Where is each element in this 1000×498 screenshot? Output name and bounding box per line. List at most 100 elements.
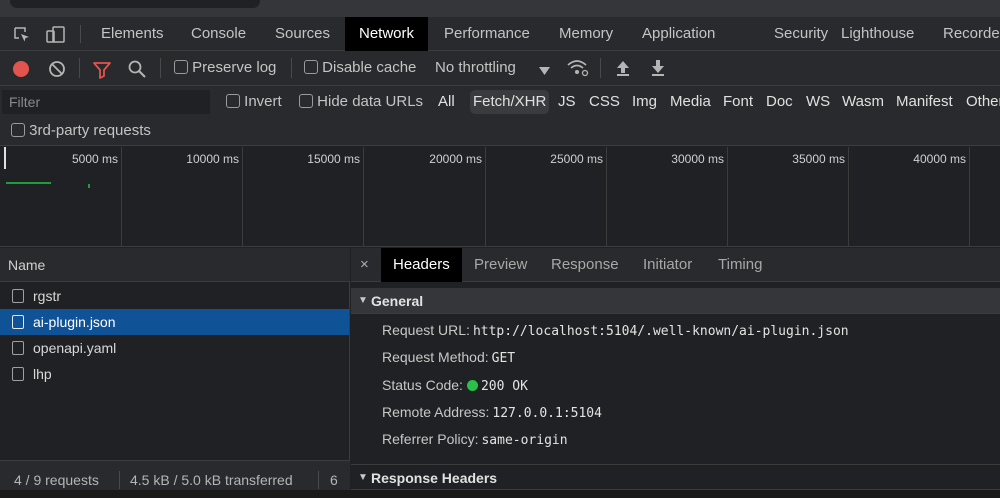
type-filter-media[interactable]: Media [670, 90, 711, 114]
request-url-row: Request URL: http://localhost:5104/.well-… [382, 322, 849, 339]
header-key: Request URL: [382, 322, 470, 338]
timeline-gridline [363, 147, 364, 247]
type-filter-doc[interactable]: Doc [766, 90, 793, 114]
checkbox-box[interactable] [226, 94, 240, 108]
import-har-icon[interactable] [614, 59, 632, 77]
filter-icon[interactable] [93, 61, 111, 79]
tab-network[interactable]: Network [345, 17, 429, 51]
request-row-rgstr[interactable]: rgstr [0, 283, 349, 309]
tab-response[interactable]: Response [539, 248, 631, 282]
checkbox-box[interactable] [174, 60, 188, 74]
close-icon[interactable]: × [360, 256, 369, 273]
request-name: openapi.yaml [33, 340, 117, 356]
header-value: GET [491, 351, 516, 366]
tab-recorder[interactable]: Recorder [929, 17, 1000, 51]
window-top-strip [0, 0, 1000, 17]
record-icon[interactable] [12, 60, 30, 78]
checkbox-box[interactable] [11, 123, 25, 137]
tab-sources[interactable]: Sources [261, 17, 344, 51]
tab-memory[interactable]: Memory [545, 17, 627, 51]
timeline-gridline [242, 147, 243, 247]
status-separator [119, 471, 120, 489]
disable-cache-checkbox[interactable]: Disable cache [304, 59, 416, 76]
search-icon[interactable] [128, 60, 146, 78]
hide-data-urls-checkbox[interactable]: Hide data URLs [299, 93, 423, 110]
tab-console[interactable]: Console [177, 17, 260, 51]
preserve-log-label: Preserve log [192, 59, 277, 76]
general-section-header[interactable]: ▼ General [351, 288, 1000, 314]
filter-input[interactable] [2, 90, 210, 114]
checkbox-box[interactable] [304, 60, 318, 74]
type-filter-img[interactable]: Img [632, 90, 657, 114]
checkbox-box[interactable] [299, 94, 313, 108]
type-filter-other[interactable]: Other [966, 90, 1000, 114]
type-filter-wasm[interactable]: Wasm [842, 90, 884, 114]
timeline-label: 40000 ms [913, 152, 966, 166]
request-name: rgstr [33, 288, 61, 304]
request-row-lhp[interactable]: lhp [0, 361, 349, 387]
inspect-element-icon[interactable] [13, 26, 31, 42]
resource-size: 6 [330, 472, 338, 488]
type-filter-css[interactable]: CSS [589, 90, 620, 114]
status-ok-icon [466, 380, 478, 391]
type-filter-fetch-xhr[interactable]: Fetch/XHR [470, 90, 550, 114]
type-filter-all[interactable]: All [438, 90, 455, 114]
type-filter-manifest[interactable]: Manifest [896, 90, 953, 114]
tab-application[interactable]: Application [628, 17, 729, 51]
tab-lighthouse[interactable]: Lighthouse [827, 17, 928, 51]
device-toolbar-icon[interactable] [46, 26, 65, 43]
toolbar-separator [291, 58, 292, 78]
timeline-request-bar [6, 182, 51, 184]
response-headers-section-header[interactable]: ▼ Response Headers [351, 464, 1000, 490]
hide-data-urls-label: Hide data URLs [317, 93, 424, 110]
request-row-ai-plugin-json[interactable]: ai-plugin.json [0, 309, 349, 335]
timeline-label: 35000 ms [792, 152, 845, 166]
request-method-row: Request Method: GET [382, 349, 515, 366]
network-conditions-icon[interactable] [567, 59, 589, 77]
name-column-header[interactable]: Name [0, 248, 350, 282]
timeline-label: 20000 ms [429, 152, 482, 166]
header-key: Remote Address: [382, 404, 490, 420]
tab-elements[interactable]: Elements [87, 17, 178, 51]
window-bottom-strip [0, 490, 1000, 498]
type-filter-font[interactable]: Font [723, 90, 753, 114]
expand-triangle-icon: ▼ [358, 472, 368, 483]
header-value: http://localhost:5104/.well-known/ai-plu… [472, 324, 849, 339]
invert-label: Invert [244, 93, 282, 110]
clear-icon[interactable] [48, 60, 66, 78]
tab-preview[interactable]: Preview [462, 248, 539, 282]
tab-initiator[interactable]: Initiator [631, 248, 704, 282]
type-filter-js[interactable]: JS [558, 90, 576, 114]
timeline-gridline [606, 147, 607, 247]
header-key: Request Method: [382, 349, 489, 365]
invert-checkbox[interactable]: Invert [226, 93, 282, 110]
tab-headers[interactable]: Headers [381, 248, 462, 282]
timeline-label: 15000 ms [307, 152, 360, 166]
expand-triangle-icon: ▼ [358, 295, 368, 306]
file-icon [12, 315, 24, 329]
tab-separator [80, 25, 81, 43]
omnibox-edge [10, 0, 260, 8]
request-count: 4 / 9 requests [14, 472, 99, 488]
preserve-log-checkbox[interactable]: Preserve log [174, 59, 276, 76]
header-value: 127.0.0.1:5104 [492, 406, 602, 421]
request-row-openapi-yaml[interactable]: openapi.yaml [0, 335, 349, 361]
header-value: 200 OK [480, 379, 528, 394]
throttling-select[interactable]: No throttling [435, 59, 516, 76]
toolbar-separator [600, 58, 601, 78]
type-filter-ws[interactable]: WS [806, 90, 830, 114]
request-name: ai-plugin.json [33, 314, 116, 330]
timeline-gridline [969, 147, 970, 247]
timeline-gridline [848, 147, 849, 247]
timeline-overview[interactable]: 5000 ms 10000 ms 15000 ms 20000 ms 25000… [0, 147, 1000, 247]
export-har-icon[interactable] [649, 59, 667, 77]
tab-timing[interactable]: Timing [706, 248, 774, 282]
request-list: Name rgstr ai-plugin.json openapi.yaml l… [0, 248, 350, 498]
chevron-down-icon[interactable] [539, 63, 550, 81]
third-party-label: 3rd-party requests [29, 122, 151, 139]
third-party-checkbox[interactable]: 3rd-party requests [11, 122, 151, 139]
toolbar-separator [160, 58, 161, 78]
timeline-gridline [727, 147, 728, 247]
tab-performance[interactable]: Performance [430, 17, 544, 51]
timeline-label: 30000 ms [671, 152, 724, 166]
